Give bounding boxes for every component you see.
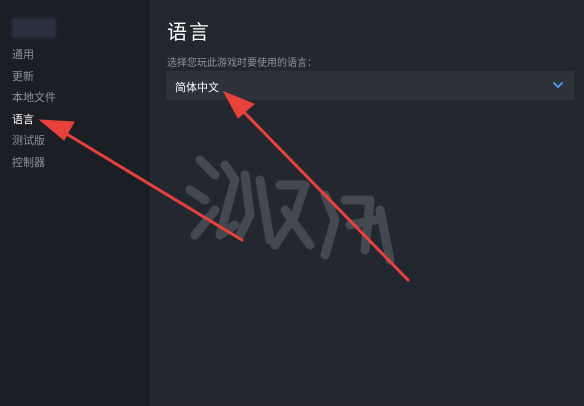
sidebar-item-language[interactable]: 语言: [12, 111, 56, 133]
page-title: 语言: [167, 20, 211, 44]
sidebar-item-local-files[interactable]: 本地文件: [12, 89, 56, 111]
sidebar-item-betas[interactable]: 测试版: [12, 132, 56, 154]
sidebar-nav: 通用 更新 本地文件 语言 测试版 控制器: [12, 46, 56, 175]
language-dropdown[interactable]: 简体中文: [166, 71, 574, 100]
main-panel: 语言 选择您玩此游戏时要使用的语言： 简体中文: [150, 0, 584, 406]
chevron-down-icon: [553, 82, 563, 88]
sidebar-item-updates[interactable]: 更新: [12, 68, 56, 90]
sidebar-item-general[interactable]: 通用: [12, 46, 56, 68]
language-dropdown-value: 简体中文: [175, 81, 219, 94]
language-description: 选择您玩此游戏时要使用的语言：: [167, 58, 317, 69]
sidebar: 通用 更新 本地文件 语言 测试版 控制器: [0, 0, 150, 406]
game-properties-window: 通用 更新 本地文件 语言 测试版 控制器 语言 选择您玩此游戏时要使用的语言：…: [0, 0, 584, 406]
blurred-game-title: [12, 18, 56, 38]
sidebar-item-controller[interactable]: 控制器: [12, 154, 56, 176]
